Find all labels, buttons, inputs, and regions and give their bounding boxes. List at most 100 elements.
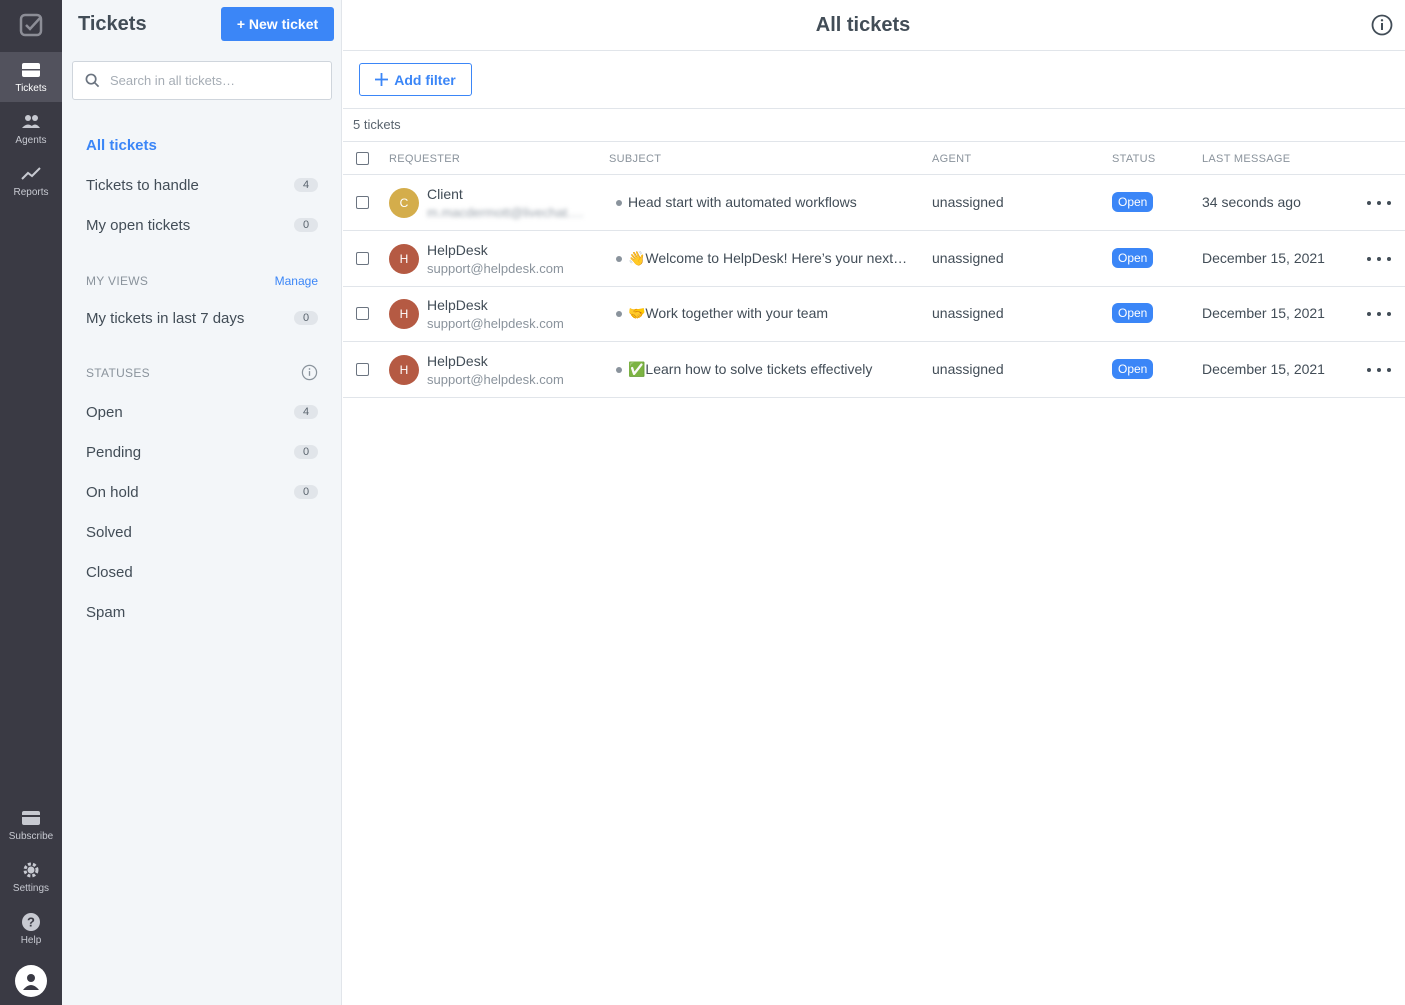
ticket-subject[interactable]: 👋Welcome to HelpDesk! Here’s your next s… <box>628 250 910 267</box>
sidebar-item-solved[interactable]: Solved <box>86 520 318 544</box>
sidebar-item-closed[interactable]: Closed <box>86 560 318 584</box>
last-message-time: December 15, 2021 <box>1202 361 1325 377</box>
count-badge: 0 <box>294 218 318 232</box>
sidebar-item-label: On hold <box>86 483 139 501</box>
rail-item-label: Reports <box>13 187 49 198</box>
add-filter-label: Add filter <box>394 71 456 88</box>
row-checkbox[interactable] <box>356 307 369 320</box>
search-input[interactable] <box>110 73 330 88</box>
rail-item-label: Help <box>20 935 42 946</box>
row-checkbox[interactable] <box>356 363 369 376</box>
more-actions-icon[interactable] <box>1367 360 1391 380</box>
sidebar-item-label: Open <box>86 403 123 421</box>
sidebar-item-spam[interactable]: Spam <box>86 600 318 624</box>
table-header: REQUESTER SUBJECT AGENT STATUS LAST MESS… <box>343 141 1405 175</box>
ticket-agent[interactable]: unassigned <box>932 305 1004 321</box>
unread-dot <box>616 256 622 262</box>
requester-name[interactable]: HelpDesk <box>427 353 488 369</box>
last-message-time: December 15, 2021 <box>1202 250 1325 266</box>
app-logo-icon[interactable] <box>0 0 62 50</box>
statuses-heading: STATUSES <box>86 364 318 381</box>
count-badge: 0 <box>294 311 318 325</box>
sidebar-item-label: Spam <box>86 603 126 621</box>
table-row[interactable]: H HelpDesk support@helpdesk.com 👋Welcome to… <box>343 231 1405 287</box>
page-title: All tickets <box>815 14 911 36</box>
requester-email: m.macdermott@livechat.c… <box>427 205 587 220</box>
more-actions-icon[interactable] <box>1367 249 1391 269</box>
sidebar-item-tickets-to-handle[interactable]: Tickets to handle 4 <box>86 173 318 197</box>
sidebar-item-label: Pending <box>86 443 142 461</box>
select-all-checkbox[interactable] <box>356 152 369 165</box>
help-icon: ? <box>22 913 40 931</box>
column-header-subject[interactable]: SUBJECT <box>609 153 661 165</box>
requester-avatar: H <box>389 244 419 274</box>
user-icon <box>23 974 39 990</box>
info-icon[interactable] <box>1371 14 1393 36</box>
requester-name[interactable]: HelpDesk <box>427 242 488 258</box>
column-header-last-message[interactable]: LAST MESSAGE <box>1202 153 1290 165</box>
ticket-subject[interactable]: ✅Learn how to solve tickets effectively <box>628 361 910 378</box>
unread-dot <box>616 311 622 317</box>
requester-avatar: H <box>389 299 419 329</box>
ticket-agent[interactable]: unassigned <box>932 250 1004 266</box>
rail-item-settings[interactable]: Settings <box>0 852 62 902</box>
ticket-subject[interactable]: 🤝Work together with your team <box>628 305 910 322</box>
row-checkbox[interactable] <box>356 252 369 265</box>
column-header-requester[interactable]: REQUESTER <box>389 153 460 165</box>
requester-email: support@helpdesk.com <box>427 316 564 331</box>
search-icon <box>85 73 100 88</box>
requester-avatar: H <box>389 355 419 385</box>
table-row[interactable]: H HelpDesk support@helpdesk.com ✅Learn how … <box>343 342 1405 398</box>
sidebar-item-on-hold[interactable]: On hold 0 <box>86 480 318 504</box>
ticket-count: 5 tickets <box>353 117 401 132</box>
sidebar-item-label: All tickets <box>86 136 157 154</box>
status-badge[interactable]: Open <box>1112 192 1154 212</box>
sidebar-item-all-tickets[interactable]: All tickets <box>86 133 318 157</box>
rail-item-reports[interactable]: Reports <box>0 156 62 206</box>
ticket-subject[interactable]: Head start with automated workflows <box>628 194 910 210</box>
more-actions-icon[interactable] <box>1367 304 1391 324</box>
sidebar-item-open[interactable]: Open 4 <box>86 400 318 424</box>
status-badge[interactable]: Open <box>1112 359 1154 379</box>
requester-avatar: C <box>389 188 419 218</box>
sidebar-item-pending[interactable]: Pending 0 <box>86 440 318 464</box>
rail-item-label: Tickets <box>15 83 47 94</box>
add-filter-button[interactable]: Add filter <box>359 63 472 96</box>
ticket-agent[interactable]: unassigned <box>932 361 1004 377</box>
user-avatar[interactable] <box>15 965 47 997</box>
sidebar-item-my-tickets-last-7-days[interactable]: My tickets in last 7 days 0 <box>86 306 318 330</box>
plus-icon <box>375 73 389 86</box>
sidebar-item-label: Solved <box>86 523 132 541</box>
rail-item-help[interactable]: ? Help <box>0 904 62 954</box>
sidebar-item-label: Closed <box>86 563 133 581</box>
status-badge[interactable]: Open <box>1112 248 1154 268</box>
rail-item-label: Subscribe <box>8 831 54 842</box>
reports-icon <box>21 167 41 180</box>
rail-item-tickets[interactable]: Tickets <box>0 52 62 102</box>
column-header-agent[interactable]: AGENT <box>932 153 971 165</box>
more-actions-icon[interactable] <box>1367 193 1391 213</box>
table-row[interactable]: H HelpDesk support@helpdesk.com 🤝Work toget… <box>343 286 1405 342</box>
ticket-agent[interactable]: unassigned <box>932 194 1004 210</box>
table-row[interactable]: C Client m.macdermott@livechat.c… Head star… <box>343 175 1405 231</box>
manage-views-link[interactable]: Manage <box>275 274 318 288</box>
requester-email: support@helpdesk.com <box>427 372 564 387</box>
sidebar-item-my-open-tickets[interactable]: My open tickets 0 <box>86 213 318 237</box>
status-badge[interactable]: Open <box>1112 303 1154 323</box>
new-ticket-button[interactable]: + New ticket <box>221 7 334 41</box>
sidebar-item-label: My open tickets <box>86 216 191 234</box>
rail-item-agents[interactable]: Agents <box>0 104 62 154</box>
sidebar-title: Tickets <box>78 13 147 35</box>
sidebar-item-label: Tickets to handle <box>86 176 199 194</box>
search-box <box>72 61 332 100</box>
unread-dot <box>616 200 622 206</box>
requester-name[interactable]: HelpDesk <box>427 297 488 313</box>
info-icon[interactable] <box>301 364 318 381</box>
row-checkbox[interactable] <box>356 196 369 209</box>
requester-name[interactable]: Client <box>427 186 463 202</box>
app-rail: Tickets Agents Reports Subscribe Setting… <box>0 0 62 1005</box>
unread-dot <box>616 367 622 373</box>
rail-item-subscribe[interactable]: Subscribe <box>0 800 62 850</box>
ticket-icon <box>22 63 40 77</box>
column-header-status[interactable]: STATUS <box>1112 153 1156 165</box>
